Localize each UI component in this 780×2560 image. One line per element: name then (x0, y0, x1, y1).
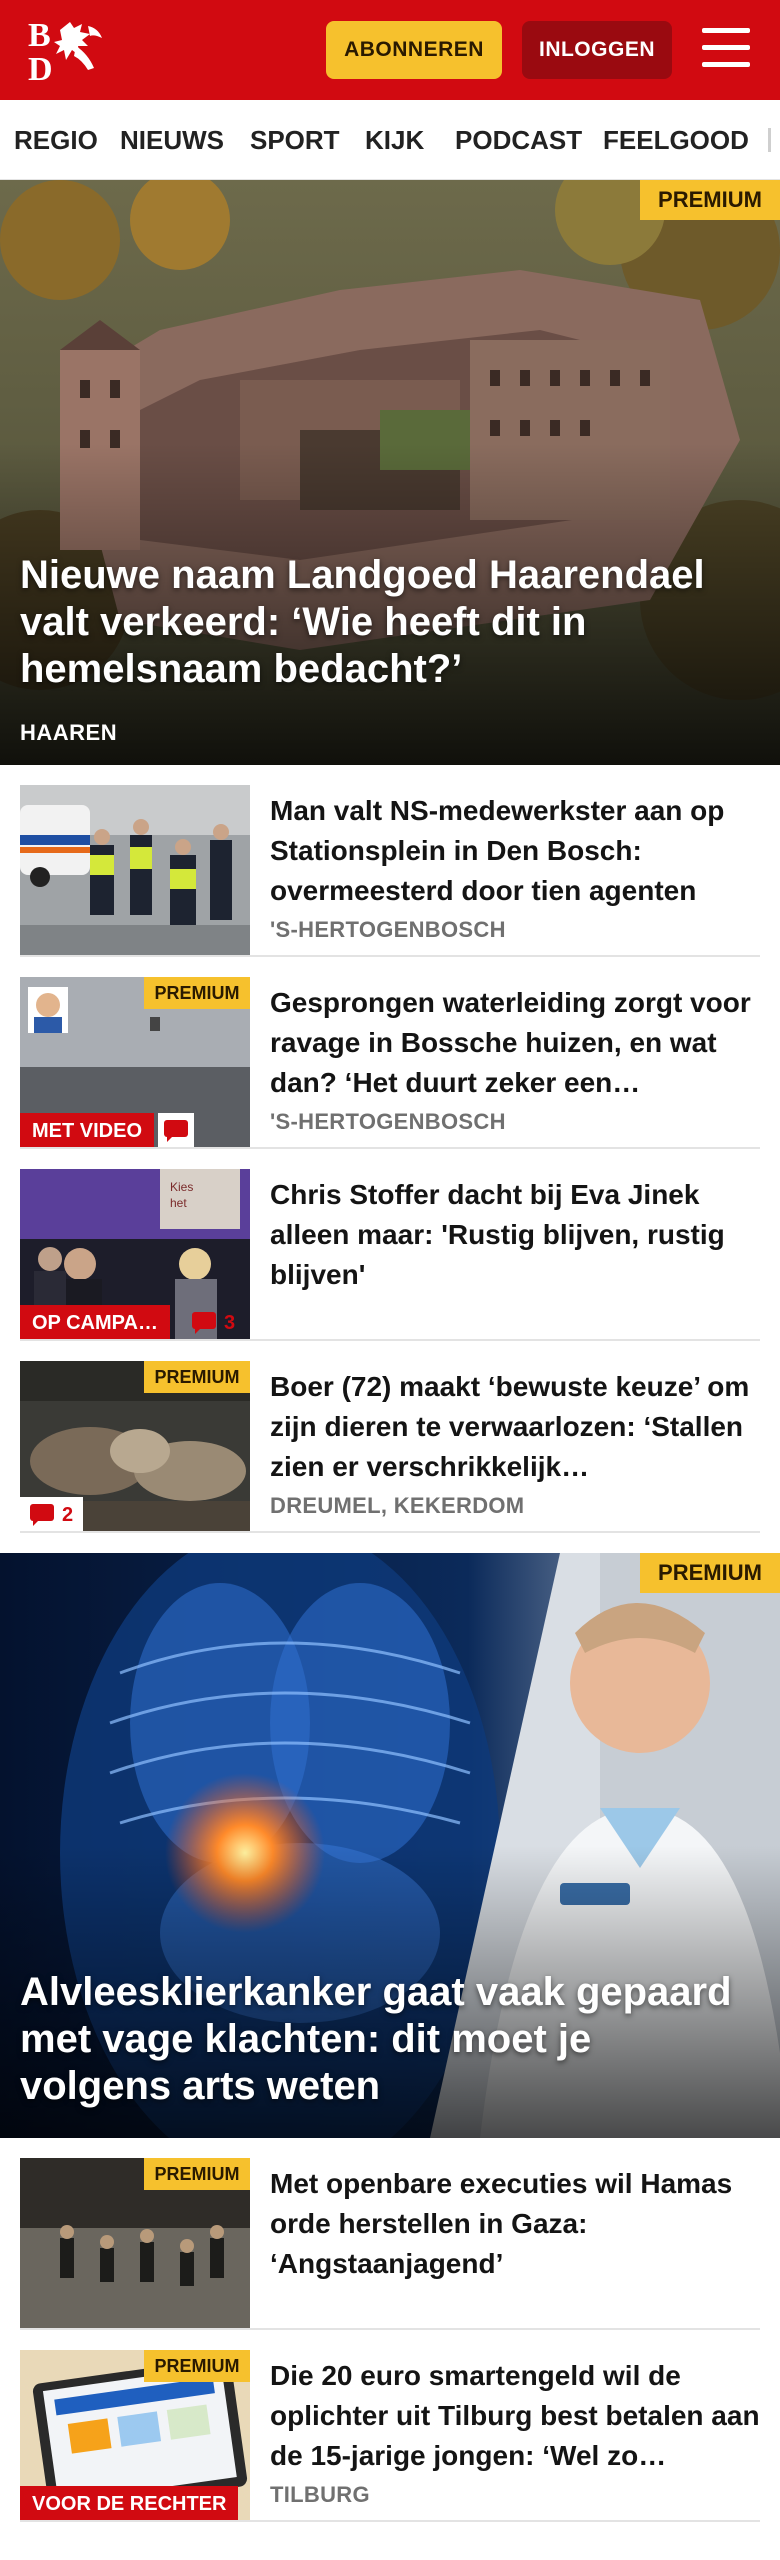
article-headline[interactable]: Die 20 euro smartengeld wil de oplichter… (270, 2356, 770, 2476)
thumbnail-talkshow: Kies het OP CAMPA… 3 (20, 1169, 250, 1341)
hero-location: HAAREN (20, 720, 118, 745)
article-headline[interactable]: Met openbare executies wil Hamas orde he… (270, 2164, 770, 2284)
svg-text:Kies: Kies (170, 1180, 193, 1194)
article-chris-stoffer[interactable]: Kies het OP CAMPA… 3 Chris Stoffer dacht… (20, 1169, 760, 1361)
article-headline[interactable]: Man valt NS-medewerkster aan op Stations… (270, 791, 770, 911)
thumbnail-gaza-street: PREMIUM (20, 2158, 250, 2330)
nav-item-podcast[interactable]: PODCAST (455, 100, 582, 179)
hero-article-haarendael[interactable]: PREMIUM Nieuwe naam Landgoed Haarendael … (0, 180, 780, 765)
premium-badge: PREMIUM (640, 180, 780, 220)
svg-text:D: D (28, 51, 53, 84)
comment-icon (30, 1504, 54, 1526)
court-label: VOOR DE RECHTER (20, 2486, 239, 2522)
divider (20, 2328, 760, 2330)
hamburger-menu-icon[interactable] (700, 24, 752, 72)
premium-badge: PREMIUM (144, 2350, 250, 2382)
divider (20, 1147, 760, 1149)
article-location: 'S-HERTOGENBOSCH (270, 917, 506, 942)
nav-divider (768, 128, 771, 152)
hero-article-alvleesklier[interactable]: PREMIUM Alvleesklierkanker gaat vaak gep… (0, 1553, 780, 2138)
divider (20, 2520, 760, 2522)
article-hamas-executies[interactable]: PREMIUM Met openbare executies wil Hamas… (20, 2158, 760, 2350)
thumbnail-water-damage: PREMIUM MET VIDEO (20, 977, 250, 1149)
subscribe-button[interactable]: ABONNEREN (326, 21, 502, 79)
divider (20, 1531, 760, 1533)
article-headline[interactable]: Boer (72) maakt ‘bewuste keuze’ om zijn … (270, 1367, 770, 1487)
article-location: DREUMEL, KEKERDOM (270, 1493, 525, 1518)
top-header: B D ABONNEREN INLOGGEN (0, 0, 780, 100)
article-oplichter-tilburg[interactable]: PREMIUM VOOR DE RECHTER Die 20 euro smar… (20, 2350, 760, 2542)
bd-logo[interactable]: B D (26, 16, 116, 88)
campaign-label: OP CAMPA… (20, 1305, 170, 1341)
premium-badge: PREMIUM (144, 977, 250, 1009)
nav-item-feelgood[interactable]: FEELGOOD (603, 100, 749, 179)
nav-item-nieuws[interactable]: NIEUWS (120, 100, 224, 179)
nav-item-sport[interactable]: SPORT (250, 100, 340, 179)
nav-item-kijk[interactable]: KIJK (365, 100, 424, 179)
article-headline[interactable]: Gesprongen waterleiding zorgt voor ravag… (270, 983, 770, 1103)
premium-badge: PREMIUM (144, 2158, 250, 2190)
comment-count: 2 (62, 1503, 74, 1526)
divider (20, 955, 760, 957)
hero-headline[interactable]: Nieuwe naam Landgoed Haarendael valt ver… (20, 552, 750, 693)
article-waterleiding[interactable]: PREMIUM MET VIDEO Gesprongen waterleidin… (20, 977, 760, 1169)
thumbnail-police (20, 785, 250, 957)
article-boer-dieren[interactable]: PREMIUM 2 Boer (72) maakt ‘bewuste keuze… (20, 1361, 760, 1553)
comment-icon (164, 1120, 188, 1142)
comment-badge[interactable]: 3 (192, 1305, 235, 1341)
divider (20, 1339, 760, 1341)
thumbnail-barn-cattle: PREMIUM 2 (20, 1361, 250, 1533)
nav-item-regio[interactable]: REGIO (14, 100, 98, 179)
hero-headline[interactable]: Alvleesklierkanker gaat vaak gepaard met… (20, 1969, 750, 2110)
thumbnail-laptop-shopping: PREMIUM VOOR DE RECHTER (20, 2350, 250, 2522)
article-ns-stationsplein[interactable]: Man valt NS-medewerkster aan op Stations… (20, 785, 760, 977)
video-label: MET VIDEO (20, 1113, 155, 1149)
article-headline[interactable]: Chris Stoffer dacht bij Eva Jinek alleen… (270, 1175, 770, 1295)
svg-text:het: het (170, 1196, 187, 1210)
section-nav: REGIO NIEUWS SPORT KIJK PODCAST FEELGOOD (0, 100, 780, 180)
comment-badge[interactable]: 2 (20, 1497, 84, 1533)
premium-badge: PREMIUM (640, 1553, 780, 1593)
comment-icon (192, 1312, 216, 1334)
login-button[interactable]: INLOGGEN (522, 21, 672, 79)
comment-badge[interactable] (158, 1113, 194, 1149)
article-location: 'S-HERTOGENBOSCH (270, 1109, 506, 1134)
premium-badge: PREMIUM (144, 1361, 250, 1393)
article-location: TILBURG (270, 2482, 370, 2507)
svg-text:B: B (28, 17, 51, 54)
comment-count: 3 (224, 1311, 236, 1334)
